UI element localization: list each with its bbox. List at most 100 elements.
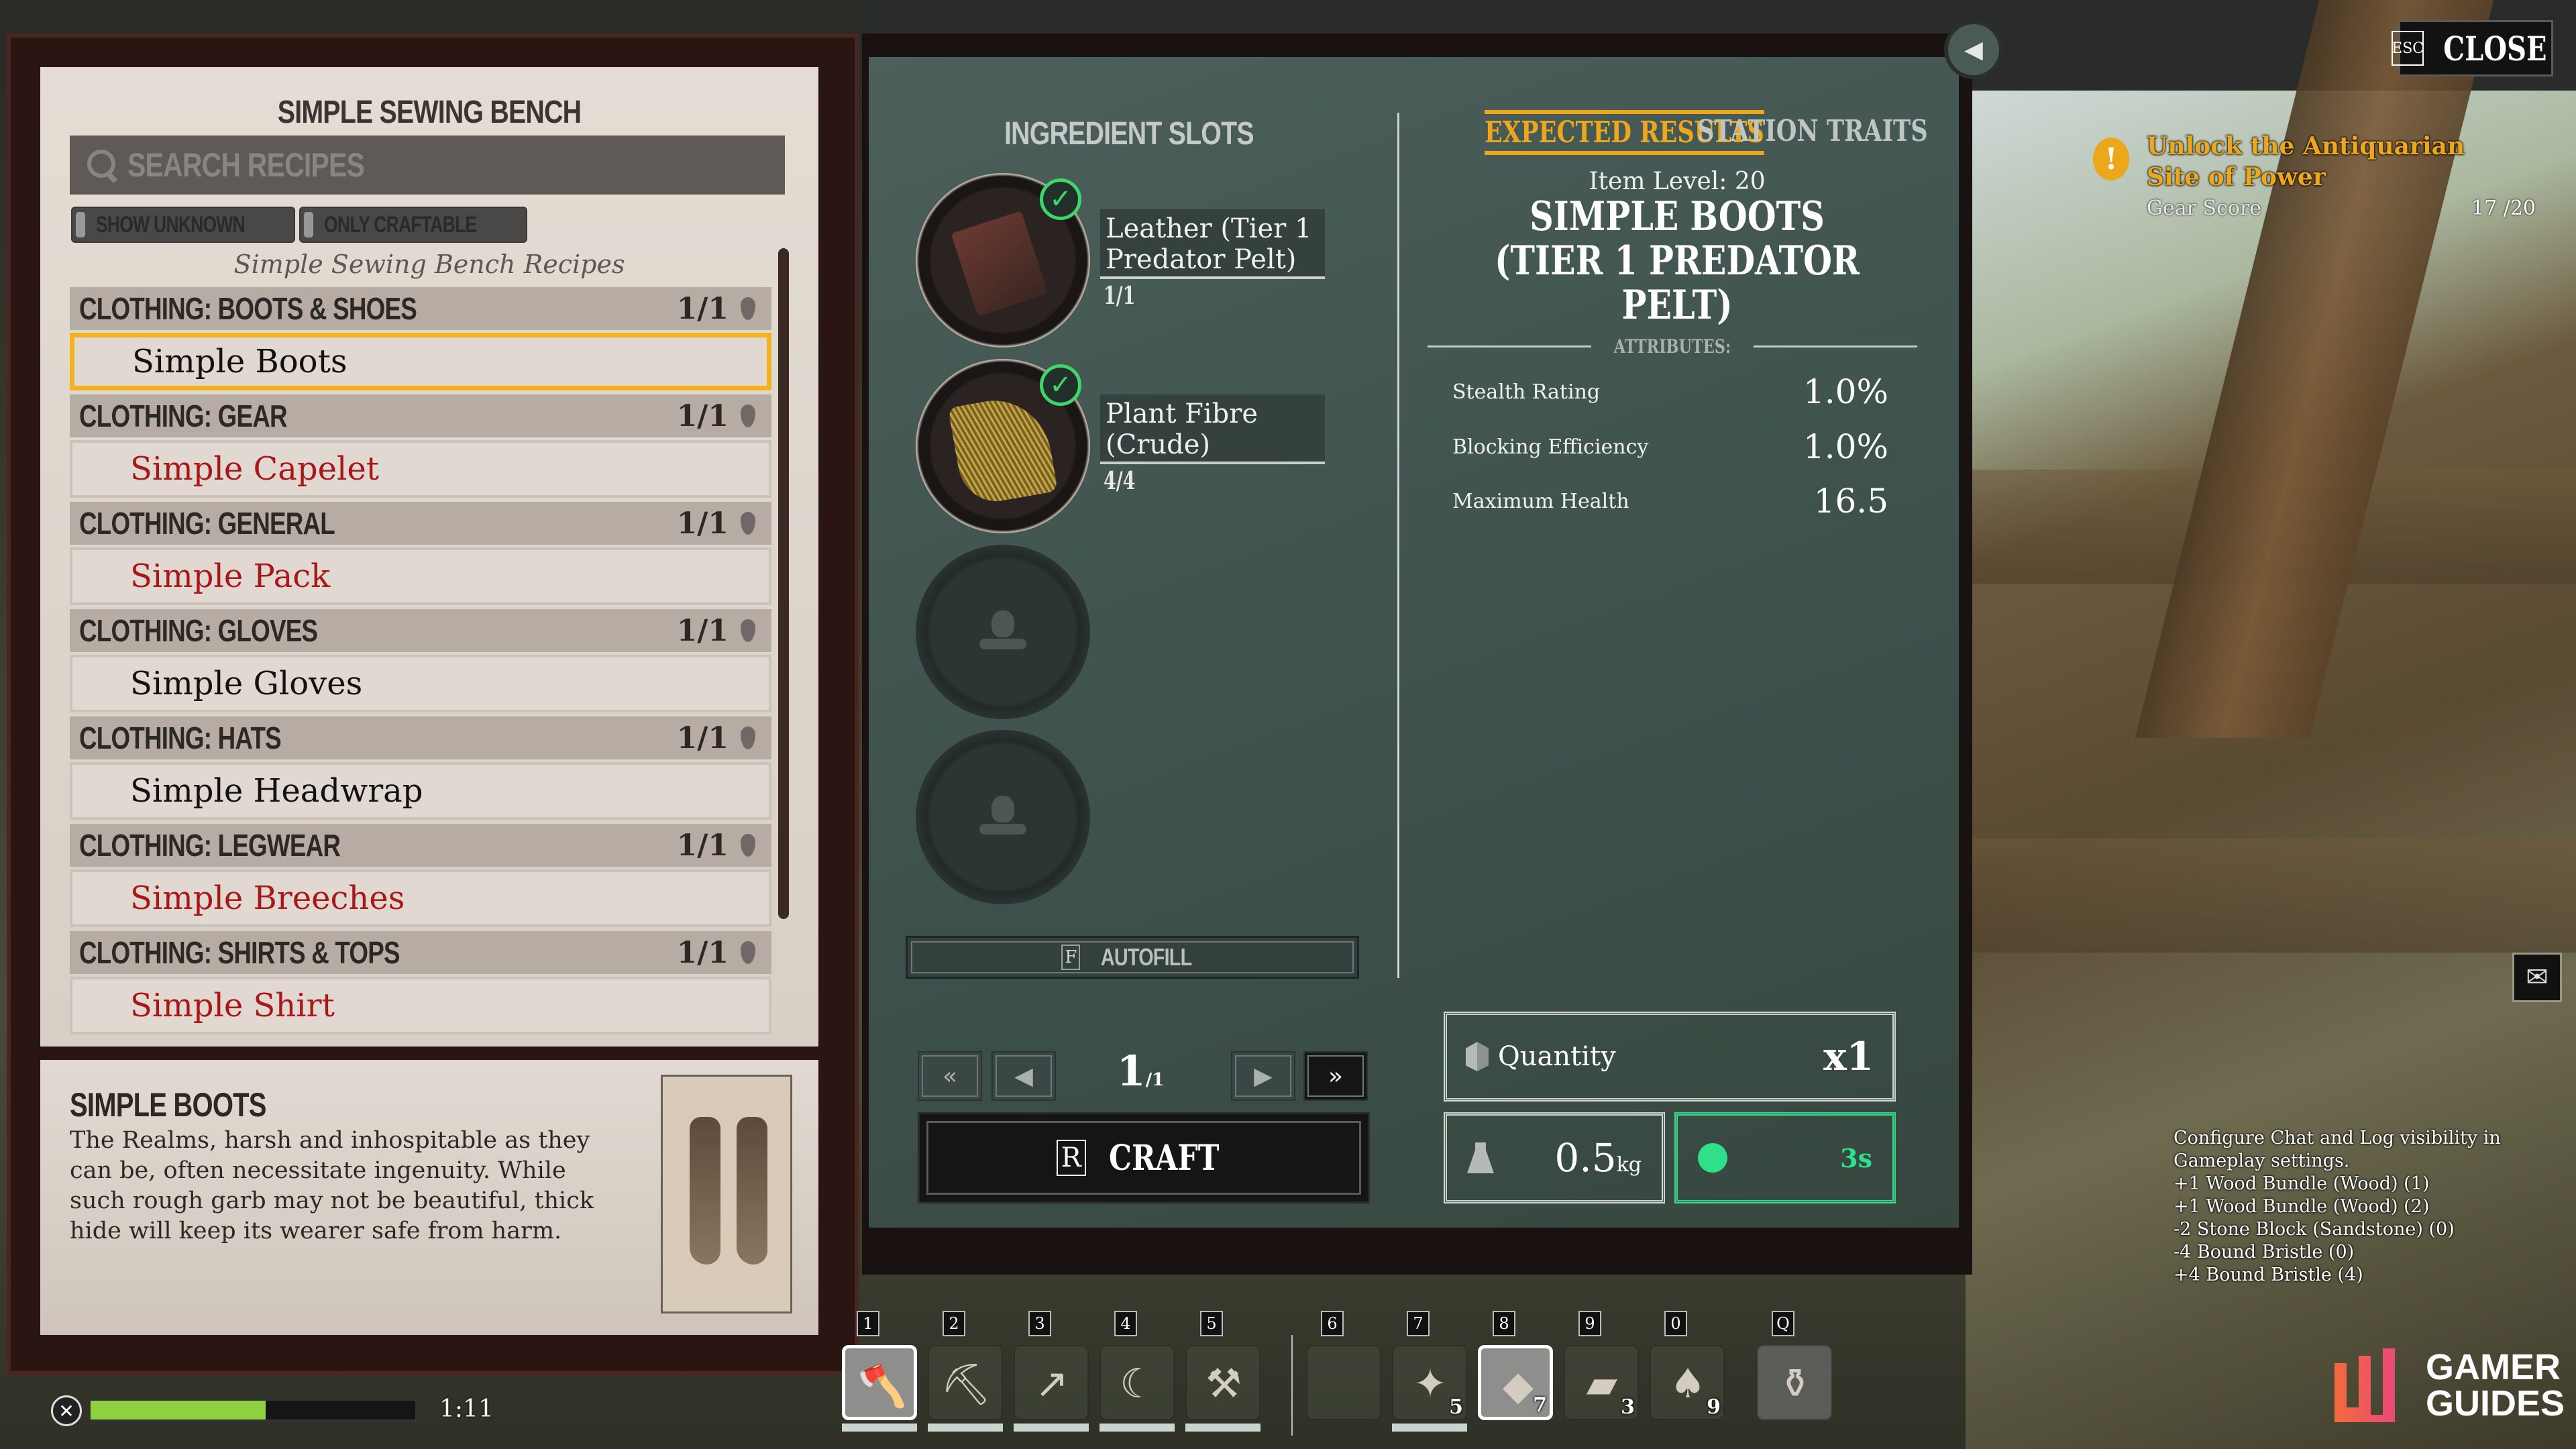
potion-icon: ⚱	[1778, 1360, 1813, 1407]
next-page-button[interactable]: ▶	[1231, 1051, 1295, 1101]
craft-time-stat: 3s	[1674, 1112, 1896, 1203]
category-name: CLOTHING: HATS	[79, 720, 282, 755]
bench-title: SIMPLE SEWING BENCH	[277, 95, 582, 130]
boot-right-icon	[737, 1117, 767, 1265]
recipe-item[interactable]: Simple Breeches	[70, 869, 771, 927]
divider-line	[1428, 345, 1591, 347]
recipe-item[interactable]: Simple Boots	[70, 333, 771, 390]
attribute-name: Stealth Rating	[1452, 380, 1601, 404]
category-shield-icon	[741, 941, 755, 964]
category-meta: 1/1	[677, 399, 755, 433]
attribute-name: Maximum Health	[1452, 489, 1629, 513]
prev-page-button[interactable]: ◀	[991, 1051, 1056, 1101]
hotbar-keybind: 6	[1321, 1311, 1344, 1336]
last-page-button[interactable]: »	[1303, 1051, 1368, 1101]
recipe-category[interactable]: CLOTHING: SHIRTS & TOPS 1/1	[70, 931, 771, 974]
craft-button[interactable]: R CRAFT	[918, 1112, 1370, 1203]
hotbar-slot-5[interactable]: ⚒	[1185, 1345, 1260, 1420]
recipe-category[interactable]: CLOTHING: BOOTS & SHOES 1/1	[70, 287, 771, 330]
ingredient-slot-4[interactable]	[916, 730, 1090, 904]
search-icon	[87, 150, 118, 180]
ingredient-slot-2[interactable]: ✓	[916, 359, 1090, 533]
hotbar-slot-6[interactable]	[1306, 1345, 1381, 1420]
food-timer: 1:11	[439, 1395, 494, 1423]
recipe-list-scrollbar[interactable]	[778, 248, 789, 919]
timer-icon	[1698, 1143, 1727, 1173]
toggle-knob	[76, 212, 86, 237]
hotbar-slot-9[interactable]: ▰ 3	[1564, 1345, 1639, 1420]
ingredient-underline	[1100, 462, 1325, 464]
ingredient-slots-heading: INGREDIENT SLOTS	[1004, 116, 1254, 152]
category-name: CLOTHING: GEAR	[79, 398, 288, 433]
weight-value: 0.5	[1554, 1135, 1617, 1181]
recipe-item[interactable]: Simple Headwrap	[70, 762, 771, 820]
food-bar-fill	[91, 1401, 266, 1419]
logo-line-1: GAMER	[2426, 1347, 2561, 1387]
quest-title: Unlock the Antiquarian Site of Power	[2147, 132, 2465, 191]
category-name: CLOTHING: BOOTS & SHOES	[79, 291, 417, 326]
only-craftable-toggle[interactable]: ONLY CRAFTABLE	[299, 207, 527, 243]
recipe-category[interactable]: CLOTHING: GEAR 1/1	[70, 394, 771, 437]
hotbar-slot-Q[interactable]: ⚱	[1757, 1345, 1832, 1420]
plant-fibre-icon	[948, 391, 1058, 508]
mail-button[interactable]: ✉	[2512, 953, 2562, 1002]
weight-value-wrap: 0.5kg	[1554, 1135, 1642, 1181]
hammer-icon: ⚒	[1205, 1360, 1242, 1407]
sickle-icon: ☾	[1120, 1360, 1156, 1407]
recipe-category[interactable]: CLOTHING: GENERAL 1/1	[70, 502, 771, 545]
show-unknown-toggle[interactable]: SHOW UNKNOWN	[71, 207, 295, 243]
item-quantity: 3	[1621, 1395, 1635, 1419]
page-indicator: 1/1	[1116, 1046, 1165, 1095]
autofill-button[interactable]: F AUTOFILL	[906, 936, 1359, 979]
search-recipes-input[interactable]: SEARCH RECIPES	[70, 136, 785, 195]
scene-log	[1966, 839, 2576, 953]
gamer-guides-logo: GAMER GUIDES	[2334, 1348, 2565, 1422]
recipe-item[interactable]: Simple Gloves	[70, 655, 771, 712]
hotbar-slot-1[interactable]: 🪓	[842, 1345, 917, 1420]
log-line: -4 Bound Bristle (0)	[2174, 1242, 2355, 1263]
axe-icon: 🪓	[857, 1362, 908, 1410]
category-meta: 1/1	[677, 506, 755, 541]
panel-divider	[1397, 113, 1399, 978]
category-shield-icon	[741, 727, 755, 749]
recipe-item[interactable]: Simple Shirt	[70, 977, 771, 1034]
hotbar-slot-3[interactable]: ↗	[1014, 1345, 1089, 1420]
ingredient-slot-1[interactable]: ✓	[916, 173, 1090, 347]
torch-icon: ✦	[1413, 1360, 1448, 1407]
leather-icon	[951, 211, 1049, 317]
hotbar-slot-8[interactable]: ◆ 7	[1478, 1345, 1553, 1420]
recipe-item[interactable]: Simple Pack	[70, 547, 771, 605]
hotbar-slot-2[interactable]: ⛏	[928, 1345, 1003, 1420]
keybind-r: R	[1056, 1140, 1086, 1176]
weight-unit: kg	[1616, 1153, 1642, 1177]
hotbar-keybind: 3	[1028, 1311, 1051, 1336]
hotbar-slot-7[interactable]: ✦ 5	[1392, 1345, 1467, 1420]
item-quantity: 5	[1449, 1395, 1463, 1419]
empty-slot-icon	[1321, 1356, 1368, 1412]
recipe-list[interactable]: CLOTHING: BOOTS & SHOES 1/1 Simple Boots C…	[70, 287, 771, 1046]
recipe-category[interactable]: CLOTHING: GLOVES 1/1	[70, 609, 771, 652]
hotbar-slot-4[interactable]: ☾	[1099, 1345, 1175, 1420]
category-count: 1/1	[676, 398, 729, 433]
category-count: 1/1	[676, 613, 729, 648]
recipe-category[interactable]: CLOTHING: LEGWEAR 1/1	[70, 824, 771, 867]
keybind-esc: ESC	[2392, 31, 2424, 66]
durability-bar	[1099, 1424, 1175, 1432]
tab-station-traits[interactable]: STATION TRAITS	[1697, 114, 1928, 148]
hotbar-keybind: 1	[857, 1311, 879, 1336]
hotbar-separator	[1291, 1335, 1293, 1436]
boot-left-icon	[690, 1117, 720, 1265]
attributes-label: ATTRIBUTES:	[1613, 335, 1731, 358]
result-item-name: SIMPLE BOOTS (TIER 1 PREDATOR PELT)	[1495, 193, 1860, 329]
quantity-selector[interactable]: Quantity x1	[1444, 1012, 1896, 1102]
logo-mark-icon	[2334, 1348, 2395, 1422]
recipe-item[interactable]: Simple Capelet	[70, 440, 771, 498]
hotbar-slot-0[interactable]: ♠ 9	[1650, 1345, 1725, 1420]
first-page-button[interactable]: «	[918, 1051, 982, 1101]
recipe-category[interactable]: CLOTHING: HATS 1/1	[70, 716, 771, 759]
map-scrap-icon: ▰	[1586, 1360, 1618, 1407]
ingredient-count: 4/4	[1104, 467, 1136, 495]
ingredient-slot-3[interactable]	[916, 545, 1090, 719]
collapse-button[interactable]: ◀	[1944, 20, 2003, 79]
close-button[interactable]: ESC CLOSE	[2392, 20, 2553, 76]
